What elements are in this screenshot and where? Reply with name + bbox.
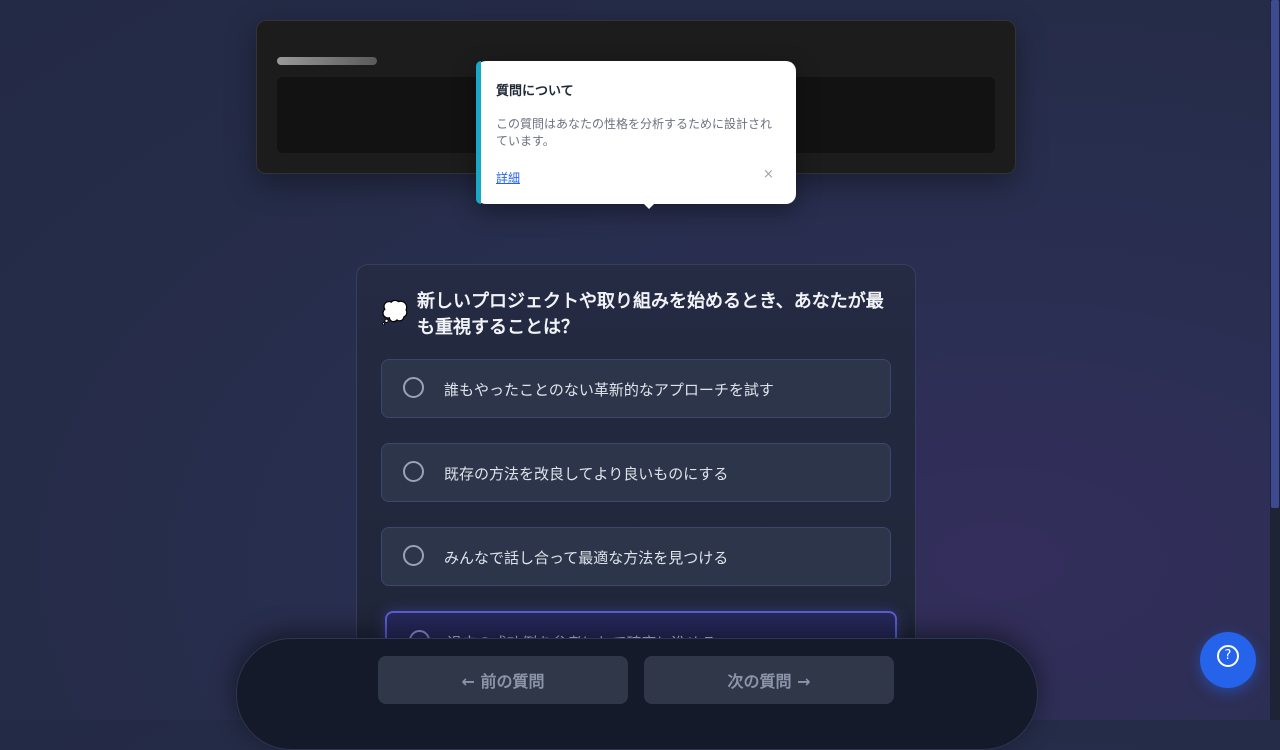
previous-question-button[interactable]: ← 前の質問 (378, 656, 628, 704)
radio-button[interactable] (403, 545, 424, 566)
next-question-button[interactable]: 次の質問 → (644, 656, 894, 704)
tooltip-arrow (641, 201, 657, 209)
question-text: 新しいプロジェクトや取り組みを始めるとき、あなたが最も重視することは？ (417, 291, 884, 338)
radio-button[interactable] (403, 377, 424, 398)
scrollbar[interactable] (1270, 0, 1280, 720)
bottom-navigation: ← 前の質問 次の質問 → (236, 638, 1038, 750)
answer-option-3[interactable]: みんなで話し合って最適な方法を見つける (381, 527, 891, 586)
tooltip-title: 質問について (496, 84, 574, 99)
help-icon-glyph: ? (1224, 648, 1232, 663)
tooltip-accent-bar (476, 61, 481, 204)
answer-option-2[interactable]: 既存の方法を改良してより良いものにする (381, 443, 891, 502)
progress-placeholder-bar (277, 57, 377, 65)
radio-button[interactable] (403, 461, 424, 482)
scrollbar-thumb[interactable] (1271, 0, 1279, 508)
close-icon[interactable]: × (763, 167, 774, 182)
tooltip-details-link[interactable]: 詳細 (496, 169, 520, 186)
answer-option-label: 誰もやったことのない革新的なアプローチを試す (444, 381, 774, 399)
answer-option-label: 既存の方法を改良してより良いものにする (444, 465, 729, 483)
help-button[interactable]: ? (1200, 632, 1256, 688)
answer-option-1[interactable]: 誰もやったことのない革新的なアプローチを試す (381, 359, 891, 418)
thought-bubble-icon: 💭 (381, 301, 409, 326)
answer-option-label: みんなで話し合って最適な方法を見つける (444, 549, 729, 567)
question-info-tooltip: 質問について この質問はあなたの性格を分析するために設計されています。 詳細 × (476, 61, 796, 209)
tooltip-body: この質問はあなたの性格を分析するために設計されています。 (496, 117, 773, 148)
